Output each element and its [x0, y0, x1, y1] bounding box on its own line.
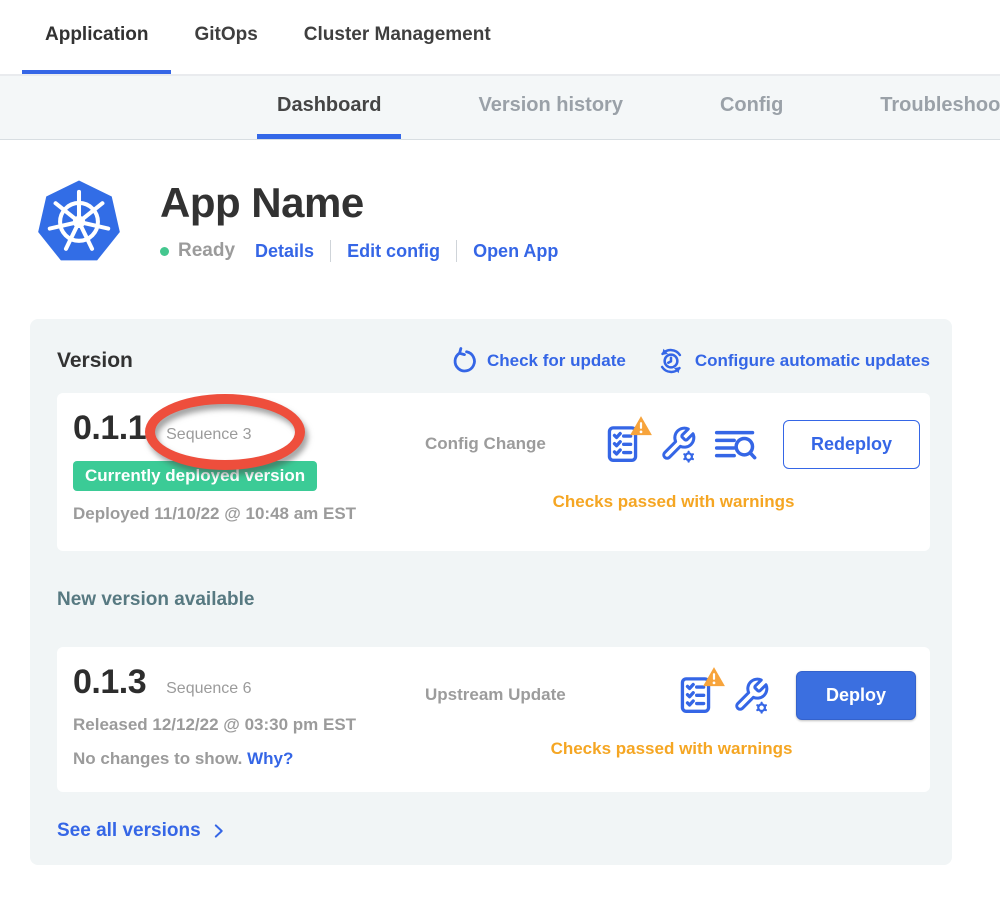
app-status-row: Ready Details Edit config Open App — [160, 240, 558, 262]
why-link[interactable]: Why? — [247, 749, 293, 768]
no-changes-text: No changes to show. Why? — [73, 749, 425, 769]
refresh-icon — [450, 347, 478, 375]
tab-application-label: Application — [45, 24, 148, 46]
version-actions: Check for update Configure automatic upd… — [450, 346, 930, 376]
preflight-checklist-icon[interactable] — [605, 423, 643, 465]
ready-status-label: Ready — [178, 240, 235, 262]
version-panel-header: Version Check for update — [57, 346, 930, 376]
available-version-check-status: Checks passed with warnings — [425, 739, 918, 774]
configure-automatic-updates-label: Configure automatic updates — [695, 351, 930, 371]
main-nav: Application GitOps Cluster Management — [0, 0, 1000, 76]
link-divider — [456, 240, 457, 262]
open-app-link[interactable]: Open App — [473, 241, 558, 262]
tab-gitops-label: GitOps — [194, 24, 257, 46]
sub-nav: Dashboard Version history Config Trouble… — [0, 76, 1000, 140]
chevron-right-icon — [209, 822, 227, 840]
configure-automatic-updates-link[interactable]: Configure automatic updates — [656, 346, 930, 376]
tab-config-label: Config — [720, 94, 783, 117]
current-version-card: 0.1.1 Sequence 3 Currently deployed vers… — [57, 393, 930, 551]
released-timestamp: Released 12/12/22 @ 03:30 pm EST — [73, 715, 425, 735]
available-version-number: 0.1.3 — [73, 663, 146, 702]
tab-cluster-management-label: Cluster Management — [304, 24, 491, 46]
link-divider — [330, 240, 331, 262]
tab-version-history[interactable]: Version history — [458, 76, 643, 139]
available-version-actions: Deploy — [605, 663, 918, 727]
details-link[interactable]: Details — [255, 241, 314, 262]
redeploy-button[interactable]: Redeploy — [783, 420, 920, 469]
kubernetes-logo-icon — [35, 177, 123, 265]
edit-config-link[interactable]: Edit config — [347, 241, 440, 262]
tab-dashboard[interactable]: Dashboard — [257, 76, 401, 139]
available-version-source: Upstream Update — [425, 685, 605, 705]
current-version-number: 0.1.1 — [73, 409, 146, 448]
current-version-source: Config Change — [425, 434, 605, 454]
current-version-sequence: Sequence 3 — [166, 426, 251, 444]
tab-config[interactable]: Config — [700, 76, 803, 139]
tab-gitops[interactable]: GitOps — [171, 0, 280, 74]
tab-troubleshoot-label: Troubleshoot — [880, 94, 1000, 117]
deployed-timestamp: Deployed 11/10/22 @ 10:48 am EST — [73, 504, 425, 524]
wrench-config-icon[interactable] — [732, 676, 770, 714]
current-version-info: 0.1.1 Sequence 3 Currently deployed vers… — [73, 409, 425, 533]
warning-triangle-icon — [702, 666, 726, 688]
tab-dashboard-label: Dashboard — [277, 94, 381, 117]
no-changes-label: No changes to show. — [73, 749, 242, 768]
tab-cluster-management[interactable]: Cluster Management — [281, 0, 514, 74]
see-all-versions-label: See all versions — [57, 820, 201, 842]
wrench-config-icon[interactable] — [659, 425, 697, 463]
tab-troubleshoot[interactable]: Troubleshoot — [860, 76, 1000, 139]
preflight-checklist-icon[interactable] — [678, 674, 716, 716]
currently-deployed-badge: Currently deployed version — [73, 461, 317, 491]
deploy-button[interactable]: Deploy — [796, 671, 916, 720]
auto-update-icon — [656, 346, 686, 376]
version-panel: Version Check for update — [30, 319, 952, 865]
check-for-update-label: Check for update — [487, 351, 626, 371]
available-version-info: 0.1.3 Sequence 6 Released 12/12/22 @ 03:… — [73, 663, 425, 774]
available-version-sequence: Sequence 6 — [166, 680, 251, 698]
check-for-update-link[interactable]: Check for update — [450, 347, 626, 375]
available-version-card: 0.1.3 Sequence 6 Released 12/12/22 @ 03:… — [57, 647, 930, 792]
version-heading: Version — [57, 349, 133, 373]
current-version-actions: Redeploy — [605, 409, 922, 480]
tab-application[interactable]: Application — [22, 0, 171, 74]
ready-status-dot-icon — [160, 247, 169, 256]
view-diff-icon[interactable] — [713, 424, 757, 464]
app-header: App Name Ready Details Edit config Open … — [0, 140, 1000, 265]
new-version-heading: New version available — [57, 589, 930, 611]
warning-triangle-icon — [629, 415, 653, 437]
app-header-text: App Name Ready Details Edit config Open … — [160, 177, 558, 265]
tab-version-history-label: Version history — [478, 94, 623, 117]
see-all-versions-link[interactable]: See all versions — [57, 820, 930, 842]
current-version-check-status: Checks passed with warnings — [425, 492, 922, 534]
app-title: App Name — [160, 179, 558, 227]
